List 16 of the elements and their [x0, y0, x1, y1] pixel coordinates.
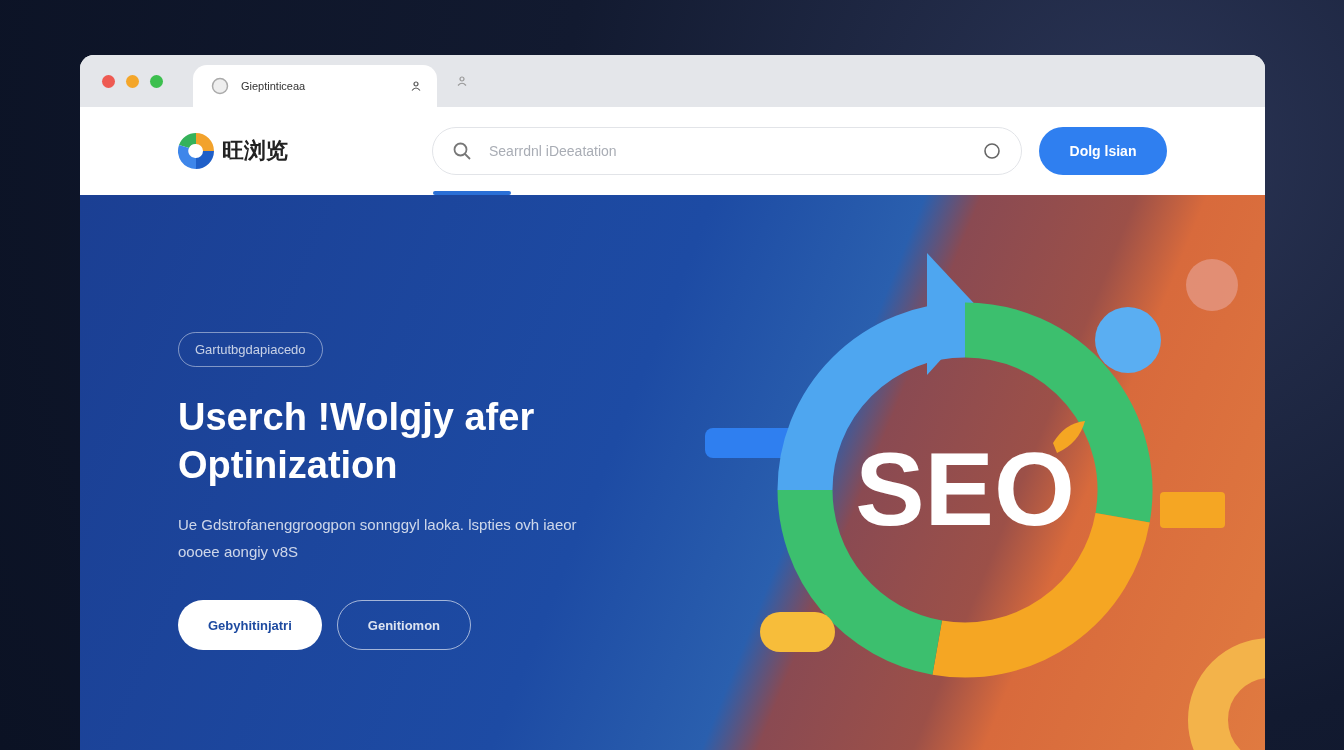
hero-title: Userch !Wolgjy afer Optinization: [178, 395, 536, 488]
tab-title: Gieptinticeaa: [241, 80, 307, 92]
window-control[interactable]: [102, 74, 115, 88]
top-button[interactable]: Dolg lsian: [1039, 127, 1167, 175]
search-icon: [453, 142, 471, 160]
search-field[interactable]: Searrdnl iDeeatation: [487, 142, 967, 160]
seo-text: SEO: [855, 431, 1075, 547]
primary-button[interactable]: Gebyhitinjatri: [178, 600, 322, 650]
window-control[interactable]: [126, 74, 139, 88]
logo-icon: [176, 131, 216, 171]
lens-icon[interactable]: [983, 142, 1001, 160]
browser-tab[interactable]: Gieptinticeaa: [193, 65, 437, 107]
logo-text: 旺浏览: [222, 137, 288, 165]
person-icon[interactable]: [411, 81, 421, 91]
window-control[interactable]: [150, 74, 163, 88]
hero-description: Ue Gdstrofanenggroogpon sonnggyl laoka. lspties ovh iaeor oooee aongiy v8S: [178, 515, 578, 562]
